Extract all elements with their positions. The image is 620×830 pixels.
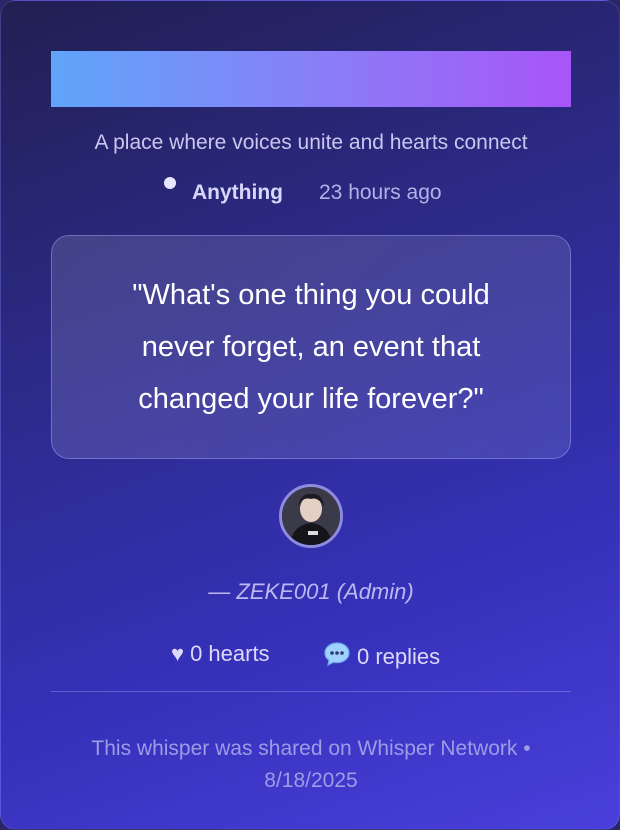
- whisper-meta: Anything 23 hours ago: [1, 177, 619, 209]
- author-label: — ZEKE001 (Admin): [208, 579, 414, 604]
- stats-row: ♥ 0 hearts 0 replies: [1, 641, 619, 673]
- divider: [51, 691, 571, 692]
- speech-bubble-icon: [323, 641, 351, 673]
- replies-button[interactable]: 0 replies: [323, 641, 440, 673]
- timestamp: 23 hours ago: [319, 181, 442, 204]
- heart-icon: ♥: [171, 641, 185, 666]
- footer-note: This whisper was shared on Whisper Netwo…: [91, 737, 531, 792]
- hearts-button[interactable]: ♥ 0 hearts: [171, 641, 270, 667]
- tagline: A place where voices unite and hearts co…: [94, 131, 528, 154]
- title-gradient-bar: [51, 51, 571, 107]
- avatar[interactable]: [279, 484, 343, 548]
- category-label: Anything: [192, 181, 283, 204]
- replies-count: 0 replies: [357, 644, 441, 669]
- quote-text: "What's one thing you could never forget…: [132, 279, 490, 415]
- hearts-count: 0 hearts: [190, 641, 270, 666]
- whisper-card: A place where voices unite and hearts co…: [0, 0, 620, 830]
- avatar-image: [282, 487, 340, 545]
- quote-box: "What's one thing you could never forget…: [51, 235, 571, 459]
- category-dot-icon: [164, 177, 176, 189]
